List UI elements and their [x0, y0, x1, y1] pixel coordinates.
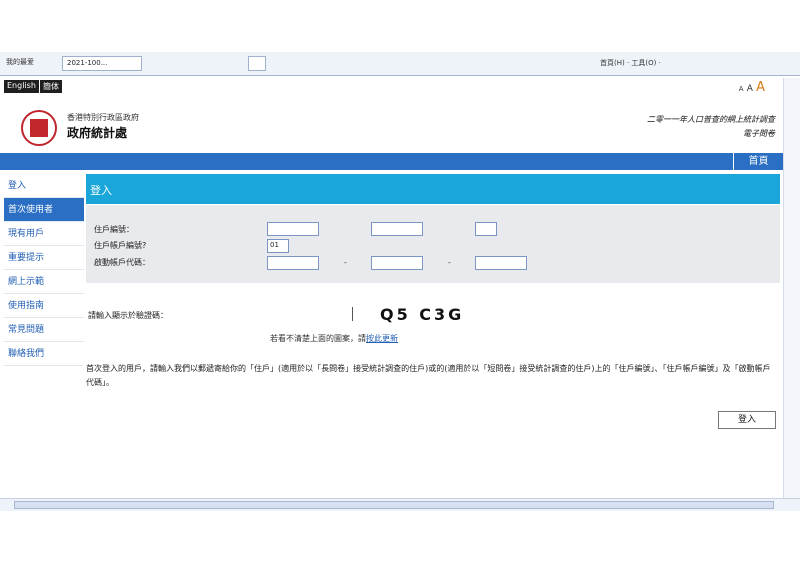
horizontal-scrollbar[interactable]: [0, 498, 800, 511]
captcha-help: 若看不清楚上面的圖案，請按此更新: [270, 333, 398, 344]
household-field-1[interactable]: [267, 222, 319, 236]
language-bar: English 簡体 A A A: [0, 78, 783, 96]
browser-toolbar: 我的最爱 2021-100... 首頁(H) · 工具(O) ·: [0, 52, 800, 76]
account-label: 住戶帳戶編號?: [94, 241, 147, 250]
sidebar-nav: 登入 首次使用者 現有用戶 重要提示 網上示範 使用指南 常見問題 聯絡我們: [4, 174, 84, 366]
home-link[interactable]: 首頁: [733, 153, 783, 170]
captcha-help-text: 若看不清楚上面的圖案，請: [270, 334, 366, 343]
gov-logo-icon: [21, 110, 57, 146]
font-small-button[interactable]: A: [739, 85, 744, 93]
activation-field-3[interactable]: [475, 256, 527, 270]
captcha-label: 請輸入顯示於驗證碼：: [88, 311, 168, 320]
top-nav-bar: 首頁: [0, 153, 783, 170]
separator: -: [344, 258, 347, 267]
captcha-image: Q5 C3G: [380, 305, 465, 324]
activation-label: 啟動帳戶代碼：: [94, 258, 150, 267]
login-button[interactable]: 登入: [718, 411, 776, 429]
new-tab-button[interactable]: [248, 56, 266, 71]
sidebar-item-login[interactable]: 登入: [4, 174, 84, 198]
english-link[interactable]: English: [4, 80, 39, 93]
vertical-scrollbar[interactable]: [783, 78, 800, 498]
activation-field-2[interactable]: [371, 256, 423, 270]
scrollbar-thumb[interactable]: [14, 501, 774, 509]
sidebar-item-contact[interactable]: 聯絡我們: [4, 342, 84, 366]
font-mid-button[interactable]: A: [747, 84, 753, 94]
sidebar-item-guide[interactable]: 使用指南: [4, 294, 84, 318]
account-field[interactable]: 01: [267, 239, 289, 253]
login-form: 住戶編號： 住戶帳戶編號? 啟動帳戶代碼： 01 - -: [86, 205, 780, 283]
simplified-chinese-link[interactable]: 簡体: [40, 80, 62, 93]
browser-tools[interactable]: 首頁(H) · 工具(O) ·: [600, 58, 661, 68]
census-title: 二零一一年人口普查的網上統計調查: [647, 115, 775, 124]
census-subtitle: 電子問卷: [743, 129, 775, 138]
household-field-2[interactable]: [371, 222, 423, 236]
sidebar-item-first-time[interactable]: 首次使用者: [4, 198, 84, 222]
dept-name-small: 香港特別行政區政府: [67, 113, 139, 122]
activation-field-1[interactable]: [267, 256, 319, 270]
household-field-3[interactable]: [475, 222, 497, 236]
panel-title: 登入: [86, 174, 780, 204]
sidebar-item-faq[interactable]: 常見問題: [4, 318, 84, 342]
separator: -: [448, 258, 451, 267]
sidebar-item-demo[interactable]: 網上示範: [4, 270, 84, 294]
captcha-input[interactable]: [352, 307, 354, 321]
font-size-controls: A A A: [739, 80, 765, 95]
font-large-button[interactable]: A: [756, 80, 765, 95]
dept-name: 政府統計處: [67, 126, 128, 140]
captcha-refresh-link[interactable]: 按此更新: [366, 334, 398, 343]
instructions-text: 首次登入的用戶，請輸入我們以郵遞寄給你的「住戶」(適用於以「長問卷」接受統計調查…: [86, 364, 771, 387]
sidebar-item-important[interactable]: 重要提示: [4, 246, 84, 270]
browser-tab[interactable]: 2021-100...: [62, 56, 142, 71]
site-header: 香港特別行政區政府 政府統計處 二零一一年人口普查的網上統計調查 電子問卷: [0, 98, 783, 153]
sidebar-item-existing[interactable]: 現有用戶: [4, 222, 84, 246]
favorites-button[interactable]: 我的最爱: [6, 57, 34, 67]
household-label: 住戶編號：: [94, 225, 134, 234]
